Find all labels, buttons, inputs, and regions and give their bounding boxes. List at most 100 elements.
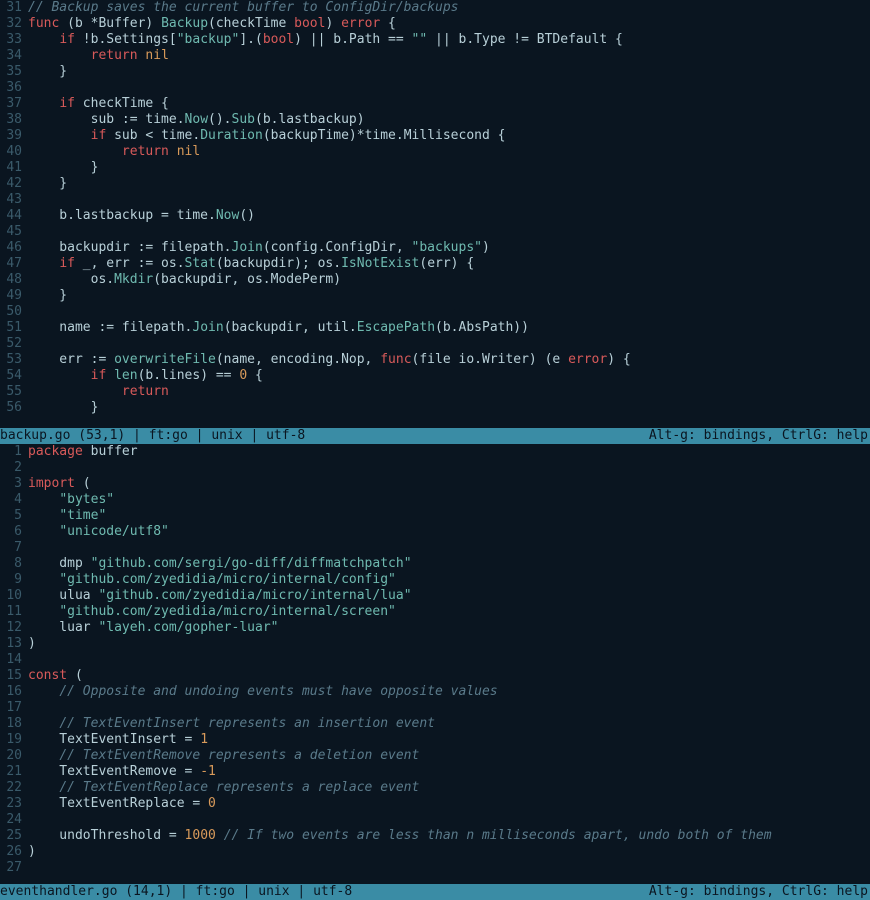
code-line[interactable]: 49 }: [0, 288, 870, 304]
code-content[interactable]: TextEventInsert = 1: [28, 732, 870, 748]
code-content[interactable]: TextEventRemove = -1: [28, 764, 870, 780]
code-line[interactable]: 1package buffer: [0, 444, 870, 460]
code-line[interactable]: 39 if sub < time.Duration(backupTime)*ti…: [0, 128, 870, 144]
code-line[interactable]: 48 os.Mkdir(backupdir, os.ModePerm): [0, 272, 870, 288]
code-line[interactable]: 19 TextEventInsert = 1: [0, 732, 870, 748]
code-content[interactable]: undoThreshold = 1000 // If two events ar…: [28, 828, 870, 844]
code-content[interactable]: "unicode/utf8": [28, 524, 870, 540]
code-content[interactable]: import (: [28, 476, 870, 492]
code-line[interactable]: 5 "time": [0, 508, 870, 524]
code-line[interactable]: 56 }: [0, 400, 870, 416]
code-line[interactable]: 42 }: [0, 176, 870, 192]
code-content[interactable]: func (b *Buffer) Backup(checkTime bool) …: [28, 16, 870, 32]
code-content[interactable]: // Backup saves the current buffer to Co…: [28, 0, 870, 16]
code-line[interactable]: 47 if _, err := os.Stat(backupdir); os.I…: [0, 256, 870, 272]
code-content[interactable]: [28, 540, 870, 556]
code-content[interactable]: // TextEventRemove represents a deletion…: [28, 748, 870, 764]
code-content[interactable]: b.lastbackup = time.Now(): [28, 208, 870, 224]
code-content[interactable]: [28, 80, 870, 96]
code-content[interactable]: [28, 336, 870, 352]
code-line[interactable]: 22 // TextEventReplace represents a repl…: [0, 780, 870, 796]
code-content[interactable]: sub := time.Now().Sub(b.lastbackup): [28, 112, 870, 128]
code-line[interactable]: 13): [0, 636, 870, 652]
code-content[interactable]: }: [28, 288, 870, 304]
code-line[interactable]: 9 "github.com/zyedidia/micro/internal/co…: [0, 572, 870, 588]
code-line[interactable]: 11 "github.com/zyedidia/micro/internal/s…: [0, 604, 870, 620]
code-content[interactable]: ulua "github.com/zyedidia/micro/internal…: [28, 588, 870, 604]
editor-area-top[interactable]: 31// Backup saves the current buffer to …: [0, 0, 870, 428]
code-line[interactable]: 25 undoThreshold = 1000 // If two events…: [0, 828, 870, 844]
code-content[interactable]: }: [28, 400, 870, 416]
code-line[interactable]: 20 // TextEventRemove represents a delet…: [0, 748, 870, 764]
code-content[interactable]: if sub < time.Duration(backupTime)*time.…: [28, 128, 870, 144]
code-content[interactable]: }: [28, 176, 870, 192]
code-line[interactable]: 2: [0, 460, 870, 476]
code-content[interactable]: [28, 224, 870, 240]
code-content[interactable]: // Opposite and undoing events must have…: [28, 684, 870, 700]
code-line[interactable]: 46 backupdir := filepath.Join(config.Con…: [0, 240, 870, 256]
code-content[interactable]: err := overwriteFile(name, encoding.Nop,…: [28, 352, 870, 368]
code-content[interactable]: dmp "github.com/sergi/go-diff/diffmatchp…: [28, 556, 870, 572]
code-content[interactable]: [28, 812, 870, 828]
code-line[interactable]: 35 }: [0, 64, 870, 80]
code-line[interactable]: 4 "bytes": [0, 492, 870, 508]
code-content[interactable]: const (: [28, 668, 870, 684]
code-content[interactable]: if checkTime {: [28, 96, 870, 112]
code-content[interactable]: if _, err := os.Stat(backupdir); os.IsNo…: [28, 256, 870, 272]
code-content[interactable]: os.Mkdir(backupdir, os.ModePerm): [28, 272, 870, 288]
code-line[interactable]: 26): [0, 844, 870, 860]
code-content[interactable]: ): [28, 636, 870, 652]
code-content[interactable]: // TextEventInsert represents an inserti…: [28, 716, 870, 732]
code-content[interactable]: return: [28, 384, 870, 400]
code-line[interactable]: 41 }: [0, 160, 870, 176]
code-content[interactable]: return nil: [28, 48, 870, 64]
code-content[interactable]: }: [28, 160, 870, 176]
code-line[interactable]: 38 sub := time.Now().Sub(b.lastbackup): [0, 112, 870, 128]
code-content[interactable]: "bytes": [28, 492, 870, 508]
code-content[interactable]: }: [28, 64, 870, 80]
code-line[interactable]: 12 luar "layeh.com/gopher-luar": [0, 620, 870, 636]
code-content[interactable]: name := filepath.Join(backupdir, util.Es…: [28, 320, 870, 336]
code-line[interactable]: 24: [0, 812, 870, 828]
code-line[interactable]: 32func (b *Buffer) Backup(checkTime bool…: [0, 16, 870, 32]
code-content[interactable]: luar "layeh.com/gopher-luar": [28, 620, 870, 636]
code-line[interactable]: 10 ulua "github.com/zyedidia/micro/inter…: [0, 588, 870, 604]
code-content[interactable]: return nil: [28, 144, 870, 160]
code-content[interactable]: "time": [28, 508, 870, 524]
code-content[interactable]: // TextEventReplace represents a replace…: [28, 780, 870, 796]
code-line[interactable]: 55 return: [0, 384, 870, 400]
code-content[interactable]: [28, 700, 870, 716]
code-line[interactable]: 7: [0, 540, 870, 556]
code-line[interactable]: 37 if checkTime {: [0, 96, 870, 112]
code-line[interactable]: 45: [0, 224, 870, 240]
code-content[interactable]: ): [28, 844, 870, 860]
code-line[interactable]: 34 return nil: [0, 48, 870, 64]
code-line[interactable]: 3import (: [0, 476, 870, 492]
code-content[interactable]: "github.com/zyedidia/micro/internal/conf…: [28, 572, 870, 588]
code-line[interactable]: 18 // TextEventInsert represents an inse…: [0, 716, 870, 732]
code-line[interactable]: 6 "unicode/utf8": [0, 524, 870, 540]
code-content[interactable]: [28, 652, 870, 668]
code-content[interactable]: [28, 192, 870, 208]
code-line[interactable]: 27: [0, 860, 870, 876]
code-line[interactable]: 43: [0, 192, 870, 208]
code-content[interactable]: "github.com/zyedidia/micro/internal/scre…: [28, 604, 870, 620]
code-line[interactable]: 14: [0, 652, 870, 668]
code-line[interactable]: 23 TextEventReplace = 0: [0, 796, 870, 812]
code-line[interactable]: 44 b.lastbackup = time.Now(): [0, 208, 870, 224]
code-content[interactable]: backupdir := filepath.Join(config.Config…: [28, 240, 870, 256]
code-content[interactable]: if len(b.lines) == 0 {: [28, 368, 870, 384]
code-line[interactable]: 36: [0, 80, 870, 96]
code-line[interactable]: 31// Backup saves the current buffer to …: [0, 0, 870, 16]
code-content[interactable]: [28, 304, 870, 320]
code-content[interactable]: TextEventReplace = 0: [28, 796, 870, 812]
code-content[interactable]: package buffer: [28, 444, 870, 460]
code-line[interactable]: 15const (: [0, 668, 870, 684]
code-line[interactable]: 53 err := overwriteFile(name, encoding.N…: [0, 352, 870, 368]
code-content[interactable]: [28, 460, 870, 476]
code-line[interactable]: 33 if !b.Settings["backup"].(bool) || b.…: [0, 32, 870, 48]
code-content[interactable]: if !b.Settings["backup"].(bool) || b.Pat…: [28, 32, 870, 48]
code-line[interactable]: 21 TextEventRemove = -1: [0, 764, 870, 780]
code-line[interactable]: 52: [0, 336, 870, 352]
code-line[interactable]: 54 if len(b.lines) == 0 {: [0, 368, 870, 384]
